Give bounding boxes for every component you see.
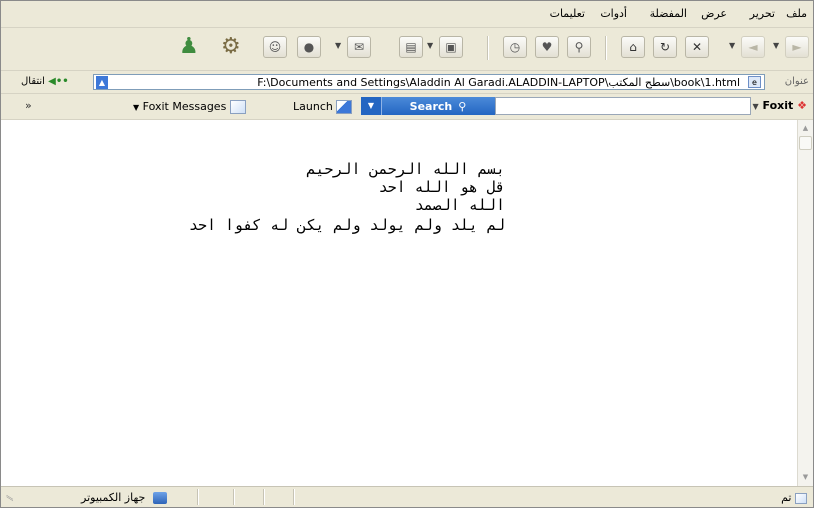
go-label: انتقال: [21, 76, 45, 87]
foxit-toolbar: ▼ Foxit ❖ Search ⚲ ▼ Launch ▼ Foxit Mess…: [1, 94, 813, 120]
status-separator: [233, 489, 235, 505]
mail-icon[interactable]: ✉: [347, 36, 371, 58]
vertical-scrollbar[interactable]: ▲ ▼: [797, 120, 813, 486]
standard-toolbar: ► ▼ ◄ ▼ ✕ ↻ ⌂ ⚲ ♥ ◷ ▣ ▼ ▤ ✉ ▼ ● ☺ ⚙ ♟: [1, 28, 813, 71]
forward-dropdown-icon[interactable]: ▼: [729, 41, 735, 50]
foxit-search-input[interactable]: [495, 97, 751, 115]
back-dropdown-icon[interactable]: ▼: [773, 41, 779, 50]
foxit-launch-button[interactable]: Launch: [293, 100, 353, 114]
search-icon: ⚲: [458, 99, 467, 113]
computer-icon: [152, 492, 167, 504]
foxit-search-button[interactable]: Search ⚲: [381, 97, 495, 115]
address-bar: عنوان F:\Documents and Settings\Aladdin …: [1, 71, 813, 94]
menu-bar: ملف تحرير عرض المفضلة أدوات تعليمات: [1, 1, 813, 28]
toolbar-separator: [487, 36, 489, 60]
menu-edit[interactable]: تحرير: [750, 7, 775, 20]
discuss-icon[interactable]: ●: [297, 36, 321, 58]
status-done: تم: [781, 491, 807, 504]
status-separator: [293, 489, 295, 505]
go-button[interactable]: انتقال ◀••: [21, 76, 69, 87]
back-icon[interactable]: ►: [785, 36, 809, 58]
status-done-text: تم: [781, 491, 792, 504]
media-dropdown-icon[interactable]: ▼: [427, 41, 433, 50]
status-separator: [197, 489, 199, 505]
status-zone: جهاز الكمبيوتر: [81, 491, 167, 504]
menu-tools[interactable]: أدوات: [600, 7, 627, 20]
status-separator: [263, 489, 265, 505]
refresh-icon[interactable]: ↻: [653, 36, 677, 58]
scroll-up-icon[interactable]: ▲: [799, 121, 812, 136]
address-dropdown-icon[interactable]: ▲: [96, 76, 108, 89]
messages-dropdown-icon: ▼: [133, 103, 140, 112]
page-icon: e: [748, 76, 761, 88]
go-arrow-icon: ◀••: [48, 76, 69, 87]
status-zone-text: جهاز الكمبيوتر: [81, 491, 146, 504]
status-bar: تم جهاز الكمبيوتر ⁄⁄: [1, 486, 813, 507]
browser-window: ملف تحرير عرض المفضلة أدوات تعليمات ► ▼ …: [0, 0, 814, 508]
resize-grip-icon[interactable]: ⁄⁄: [4, 496, 14, 499]
page-content: بسم الله الرحمن الرحيم قل هو الله احد ال…: [1, 120, 797, 486]
foxit-logo[interactable]: ▼ Foxit ❖: [753, 99, 807, 112]
address-input[interactable]: F:\Documents and Settings\Aladdin Al Gar…: [93, 74, 765, 90]
foxit-messages-button[interactable]: ▼ Foxit Messages: [133, 100, 246, 114]
messages-icon: [229, 100, 246, 114]
print-icon[interactable]: ▤: [399, 36, 423, 58]
search-icon[interactable]: ⚲: [567, 36, 591, 58]
mail-dropdown-icon[interactable]: ▼: [335, 41, 341, 50]
address-label: عنوان: [784, 76, 809, 87]
document-line: بسم الله الرحمن الرحيم: [306, 160, 505, 178]
address-url: F:\Documents and Settings\Aladdin Al Gar…: [257, 76, 740, 89]
toolbar-separator: [605, 36, 607, 60]
launch-icon: [336, 100, 353, 114]
chevron-icon[interactable]: »: [25, 99, 32, 112]
forward-icon[interactable]: ◄: [741, 36, 765, 58]
document-line: الله الصمد: [414, 196, 505, 214]
menu-file[interactable]: ملف: [786, 7, 807, 20]
scroll-down-icon[interactable]: ▼: [799, 470, 812, 485]
home-icon[interactable]: ⌂: [621, 36, 645, 58]
stop-icon[interactable]: ✕: [685, 36, 709, 58]
launch-label: Launch: [293, 100, 333, 113]
users-icon[interactable]: ♟: [179, 34, 199, 60]
foxit-logo-icon: ❖: [797, 99, 807, 112]
menu-view[interactable]: عرض: [701, 7, 727, 20]
scroll-thumb[interactable]: [799, 136, 812, 150]
menu-help[interactable]: تعليمات: [550, 7, 585, 20]
menu-favorites[interactable]: المفضلة: [650, 7, 687, 20]
media-icon[interactable]: ▣: [439, 36, 463, 58]
favorites-icon[interactable]: ♥: [535, 36, 559, 58]
document-line: قل هو الله احد: [378, 178, 505, 196]
page-done-icon: [795, 492, 807, 504]
foxit-search-label: Search: [409, 99, 453, 113]
foxit-search-dropdown-icon[interactable]: ▼: [361, 97, 382, 115]
history-icon[interactable]: ◷: [503, 36, 527, 58]
document-line: لم يلد ولم يولد ولم يكن له كفوا احد: [188, 216, 505, 234]
foxit-logo-text: Foxit: [762, 99, 794, 112]
messages-label: Foxit Messages: [142, 100, 227, 113]
messenger-icon[interactable]: ☺: [263, 36, 287, 58]
research-icon[interactable]: ⚙: [221, 34, 241, 60]
